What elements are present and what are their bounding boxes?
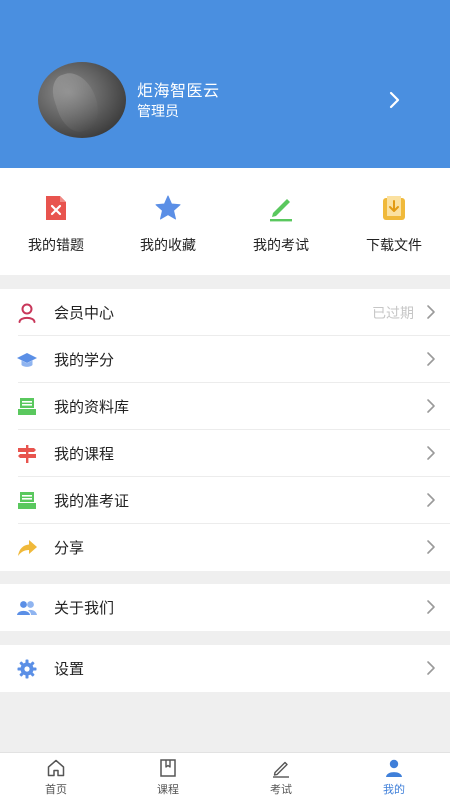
menu-group-settings: 设置 — [0, 645, 450, 692]
chevron-right-icon — [427, 352, 435, 366]
person-icon — [386, 759, 402, 777]
user-icon — [18, 303, 36, 323]
menu-item-library[interactable]: 我的资料库 — [0, 383, 450, 430]
people-icon — [17, 601, 37, 615]
quick-action-label: 我的收藏 — [140, 238, 196, 254]
pen-icon — [270, 199, 292, 222]
avatar[interactable] — [38, 62, 126, 138]
menu-item-member-center[interactable]: 会员中心 已过期 — [0, 289, 450, 336]
chevron-right-icon — [427, 446, 435, 460]
menu-item-label: 分享 — [54, 539, 85, 557]
tab-label: 课程 — [157, 783, 179, 796]
profile-header[interactable]: 炬海智医云 管理员 — [0, 0, 450, 168]
menu-item-settings[interactable]: 设置 — [0, 645, 450, 692]
menu-item-label: 我的准考证 — [54, 492, 130, 510]
signpost-icon — [18, 445, 36, 463]
tab-mine[interactable]: 我的 — [338, 753, 450, 800]
admission-ticket-icon — [18, 492, 36, 509]
edit-icon — [273, 761, 289, 778]
quick-action-label: 我的考试 — [253, 238, 309, 254]
menu-item-label: 我的学分 — [54, 351, 115, 369]
quick-action-downloads[interactable]: 下载文件 — [338, 168, 450, 275]
download-file-icon — [383, 196, 405, 220]
gear-icon — [17, 659, 37, 679]
user-name: 炬海智医云 — [137, 81, 220, 100]
quick-actions: 我的错题 我的收藏 我的考试 下载文件 — [0, 168, 450, 275]
tab-label: 首页 — [45, 783, 67, 796]
menu-item-credits[interactable]: 我的学分 — [0, 336, 450, 383]
chevron-right-icon — [427, 661, 435, 675]
quick-action-label: 下载文件 — [366, 238, 422, 254]
graduation-cap-icon — [17, 353, 37, 367]
menu-group-about: 关于我们 — [0, 584, 450, 631]
quick-action-wrong-questions[interactable]: 我的错题 — [0, 168, 112, 275]
menu-item-label: 我的资料库 — [54, 398, 130, 416]
user-role: 管理员 — [137, 104, 179, 120]
membership-status: 已过期 — [372, 306, 414, 322]
menu-item-label: 设置 — [54, 660, 85, 678]
tab-label: 考试 — [270, 783, 292, 796]
tab-home[interactable]: 首页 — [0, 753, 112, 800]
library-icon — [18, 398, 36, 415]
tab-courses[interactable]: 课程 — [112, 753, 224, 800]
chevron-right-icon — [427, 493, 435, 507]
menu-item-about-us[interactable]: 关于我们 — [0, 584, 450, 631]
tab-exams[interactable]: 考试 — [225, 753, 337, 800]
menu-item-share[interactable]: 分享 — [0, 524, 450, 571]
bottom-tab-bar: 首页 课程 考试 我的 — [0, 752, 450, 800]
menu-item-label: 会员中心 — [54, 304, 115, 322]
chevron-right-icon[interactable] — [380, 86, 408, 114]
menu-group-main: 会员中心 已过期 我的学分 我的资料库 我的课程 我的准考证 分享 — [0, 289, 450, 571]
menu-item-label: 我的课程 — [54, 445, 115, 463]
quick-action-favorites[interactable]: 我的收藏 — [112, 168, 224, 275]
menu-item-admission-ticket[interactable]: 我的准考证 — [0, 477, 450, 524]
chevron-right-icon — [427, 540, 435, 554]
quick-action-label: 我的错题 — [28, 238, 84, 254]
chevron-right-icon — [427, 600, 435, 614]
quick-action-exams[interactable]: 我的考试 — [225, 168, 337, 275]
share-icon — [18, 540, 37, 556]
tab-label: 我的 — [383, 783, 405, 796]
chevron-right-icon — [427, 305, 435, 319]
home-icon — [47, 759, 65, 777]
menu-item-label: 关于我们 — [54, 599, 115, 617]
star-icon — [155, 195, 181, 220]
menu-item-courses[interactable]: 我的课程 — [0, 430, 450, 477]
book-icon — [160, 759, 176, 777]
chevron-right-icon — [427, 399, 435, 413]
wrong-questions-icon — [46, 196, 66, 220]
